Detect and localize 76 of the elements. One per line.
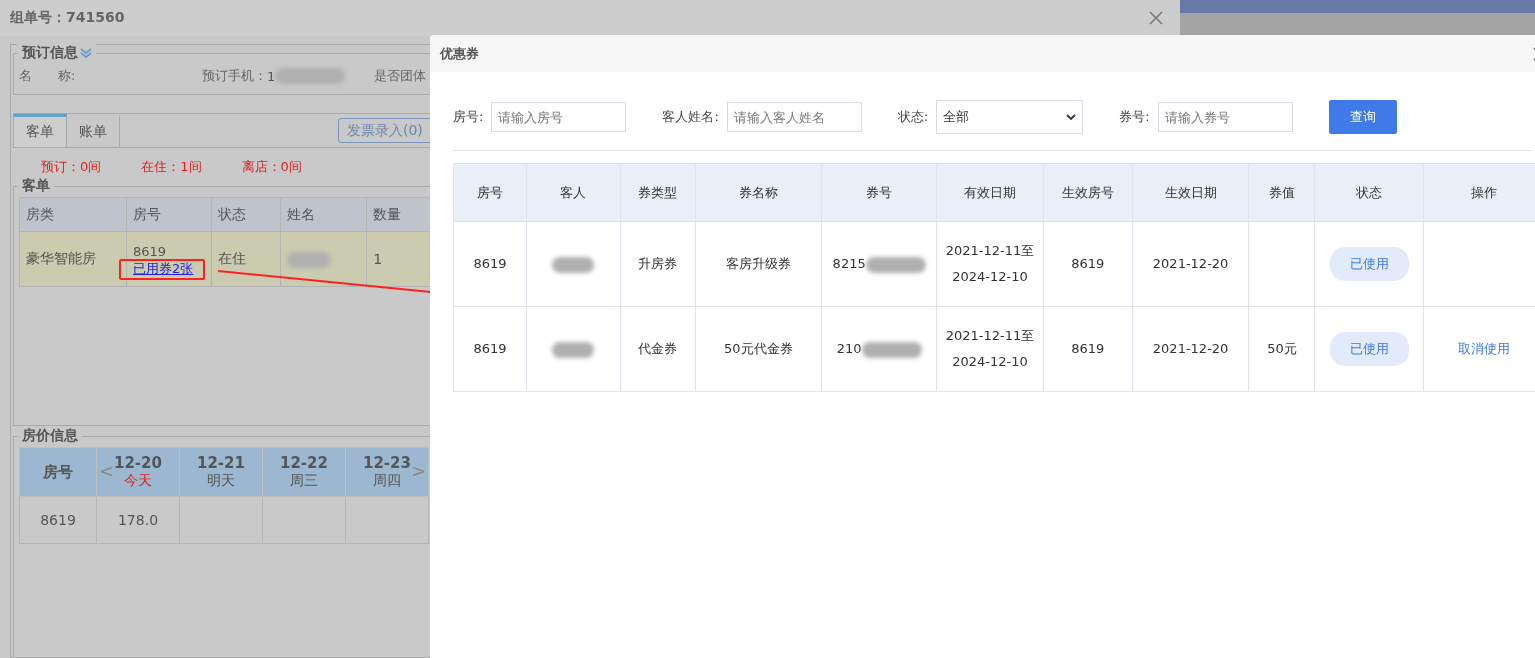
count-text: 在住：1间 <box>141 158 202 176</box>
date-header: 12-21 <box>197 454 245 472</box>
table-cell: 豪华智能房 <box>19 231 127 287</box>
date-header: 12-20 <box>114 454 162 472</box>
count-text: 预订：0间 <box>41 158 102 176</box>
table-cell-text: 2021-12-11至 <box>944 327 1036 345</box>
table-cell: 50元代金券 <box>695 306 822 392</box>
table-cell-text: 2024-12-10 <box>951 353 1029 371</box>
section-title: 客单 <box>22 177 50 195</box>
table-cell-text: 2024-12-10 <box>951 268 1029 286</box>
field-value: 1 <box>267 68 276 84</box>
date-header: 12-22 <box>280 454 328 472</box>
section-title: 预订信息 <box>22 44 78 62</box>
input-field[interactable]: 请输入房号 <box>491 102 627 132</box>
status-select[interactable]: 全部 <box>936 100 1084 134</box>
column-header: 有效日期 <box>936 163 1044 222</box>
table-cell: 8215 <box>832 256 866 271</box>
day-label: 明天 <box>207 472 235 490</box>
table-cell: 178.0 <box>117 512 159 528</box>
invoice-button[interactable]: 发票录入(0) <box>338 118 432 143</box>
table-cell: 210 <box>836 341 862 356</box>
table-cell: 2021-12-20 <box>1132 221 1249 307</box>
table-cell: 在住 <box>211 231 281 287</box>
window-title: 组单号：741560 <box>10 9 125 27</box>
column-header: 状态 <box>1314 163 1424 222</box>
table-cell: 8619 <box>1043 306 1133 392</box>
day-label: 周三 <box>290 472 318 490</box>
table-cell-text: 2021-12-11至 <box>944 242 1036 260</box>
table-cell: 客房升级券 <box>695 221 822 307</box>
table-cell: 8619 <box>1043 221 1133 307</box>
column-header: 券类型 <box>620 163 696 222</box>
table-cell-text: 8619 <box>133 244 168 259</box>
chevron-down-icon <box>1066 113 1077 121</box>
status-badge: 已使用 <box>1329 247 1409 281</box>
filter-label: 券号: <box>1119 108 1150 126</box>
column-header: 券值 <box>1249 163 1315 222</box>
section-title: 房价信息 <box>22 427 78 445</box>
table-cell: 升房券 <box>620 221 696 307</box>
column-header: 姓名 <box>280 197 367 232</box>
double-chevron-icon <box>80 48 92 58</box>
column-header: 房号 <box>126 197 212 232</box>
column-header: 生效房号 <box>1043 163 1133 222</box>
table-cell: 8619 <box>453 221 527 307</box>
day-label: 今天 <box>124 472 152 490</box>
coupon-link[interactable]: 已用券2张 <box>133 261 194 276</box>
field-label: 名 称: <box>19 67 76 85</box>
input-field[interactable]: 请输入券号 <box>1157 102 1293 132</box>
tab[interactable]: 客单 <box>14 114 67 147</box>
table-cell: 50元 <box>1267 341 1297 356</box>
column-header: 客人 <box>526 163 621 222</box>
table-cell: 8619 <box>19 496 97 544</box>
close-icon[interactable] <box>1148 10 1164 26</box>
filter-label: 状态: <box>897 108 929 126</box>
date-header: 12-23 <box>363 454 411 472</box>
table-cell: 8619 <box>453 306 527 392</box>
column-header: 状态 <box>211 197 281 232</box>
column-header: 生效日期 <box>1132 163 1249 222</box>
column-header: 操作 <box>1423 163 1535 222</box>
dialog-title: 优惠券 <box>440 44 479 63</box>
table-cell: 代金券 <box>620 306 696 392</box>
count-text: 离店：0间 <box>241 158 302 176</box>
status-badge: 已使用 <box>1329 332 1409 366</box>
search-button[interactable]: 查询 <box>1328 100 1397 134</box>
cancel-link[interactable]: 取消使用 <box>1458 341 1511 356</box>
column-header: 券名称 <box>695 163 822 222</box>
filter-label: 客人姓名: <box>662 108 719 126</box>
column-header: 券号 <box>821 163 937 222</box>
field-label: 是否团体 <box>374 67 426 85</box>
filter-label: 房号: <box>453 108 484 126</box>
day-label: 周四 <box>373 472 401 490</box>
input-field[interactable]: 请输入客人姓名 <box>726 102 862 132</box>
column-header: 房号 <box>19 447 97 497</box>
table-cell: 2021-12-20 <box>1132 306 1249 392</box>
column-header: 房号 <box>453 163 527 222</box>
column-header: 房类 <box>19 197 127 232</box>
field-label: 预订手机： <box>202 67 267 85</box>
